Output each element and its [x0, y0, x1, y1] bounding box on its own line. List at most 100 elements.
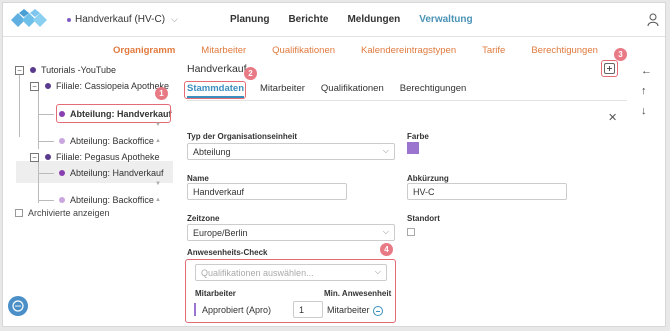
org-color-dot	[67, 17, 71, 22]
close-icon[interactable]: ✕	[608, 111, 617, 124]
tree-label: Abteilung: Backoffice	[70, 195, 154, 205]
typ-value: Abteilung	[193, 147, 231, 157]
min-count-unit: Mitarbeiter	[327, 305, 370, 315]
qualification-name: Approbiert (Apro)	[202, 305, 272, 315]
nav-verwaltung[interactable]: Verwaltung	[419, 14, 472, 25]
name-value: Handverkauf	[193, 187, 245, 197]
tree-item-pegasus-backoffice[interactable]: Abteilung: Backoffice	[59, 193, 154, 207]
subnav-berechtigungen[interactable]: Berechtigungen	[531, 45, 598, 56]
tree-label: Tutorials -YouTube	[41, 65, 117, 75]
org-tree: − Tutorials -YouTube − Filiale: Cassiope…	[3, 61, 175, 321]
nav-planung[interactable]: Planung	[230, 14, 269, 25]
node-dot-icon	[59, 170, 65, 176]
step-badge-2: 2	[244, 67, 257, 80]
top-navigation: Handverkauf (HV-C) ⌵ Planung Berichte Me…	[3, 3, 665, 37]
farbe-label: Farbe	[407, 132, 429, 141]
qualifikation-placeholder: Qualifikationen auswählen...	[201, 268, 314, 278]
highlight-tree-item	[56, 104, 171, 123]
anwesenheit-label: Anwesenheits-Check	[187, 248, 268, 257]
chevron-up-icon[interactable]: ▲	[155, 197, 161, 203]
typ-select[interactable]: Abteilung ⌵	[187, 143, 395, 160]
abk-label: Abkürzung	[407, 174, 449, 183]
tree-item-pegasus-handverkauf[interactable]: Abteilung: Handverkauf	[59, 166, 164, 180]
tab-qualifikationen[interactable]: Qualifikationen	[321, 83, 384, 98]
archive-checkbox[interactable]	[15, 209, 23, 217]
typ-label: Typ der Organisationseinheit	[187, 132, 298, 141]
min-count-value: 1	[299, 305, 305, 315]
subnav-tarife[interactable]: Tarife	[482, 45, 505, 56]
chat-button[interactable]	[8, 296, 28, 316]
tree-item-filiale-cassiopeia[interactable]: − Filiale: Cassiopeia Apotheke	[30, 79, 169, 93]
subnav-kalendereintragstypen[interactable]: Kalendereintragstypen	[361, 45, 456, 56]
abk-input[interactable]: HV-C	[407, 183, 567, 200]
chevron-up-icon[interactable]: ▲	[155, 138, 161, 144]
collapse-icon[interactable]: −	[15, 65, 24, 75]
arrow-left-icon[interactable]: ←	[641, 65, 652, 77]
chat-icon	[12, 300, 24, 312]
standort-checkbox[interactable]	[407, 228, 415, 236]
tree-line	[19, 75, 20, 137]
highlight-stammdaten-tab	[184, 81, 246, 99]
subnav-organigramm[interactable]: Organigramm	[113, 45, 175, 56]
node-dot-icon	[59, 197, 65, 203]
tree-label: Abteilung: Handverkauf	[70, 168, 164, 178]
tree-label: Abteilung: Backoffice	[70, 136, 154, 146]
node-dot-icon	[45, 83, 51, 89]
name-label: Name	[187, 174, 209, 183]
name-input[interactable]: Handverkauf	[187, 183, 347, 200]
tree-line	[38, 114, 54, 115]
mitarbeiter-column: Mitarbeiter	[195, 289, 236, 298]
app-window: Handverkauf (HV-C) ⌵ Planung Berichte Me…	[2, 2, 666, 327]
tree-item-root[interactable]: − Tutorials -YouTube	[15, 63, 116, 77]
tree-line	[38, 141, 54, 142]
remove-icon[interactable]	[373, 306, 383, 316]
arrow-up-icon[interactable]: ↑	[641, 85, 647, 97]
min-anwesenheit-column: Min. Anwesenheit	[324, 289, 392, 298]
tree-item-abteilung-backoffice[interactable]: Abteilung: Backoffice	[59, 134, 154, 148]
user-icon[interactable]	[647, 13, 659, 27]
nav-berichte[interactable]: Berichte	[288, 14, 328, 25]
collapse-icon[interactable]: −	[30, 81, 39, 91]
chevron-down-icon[interactable]: ▼	[155, 181, 161, 187]
app-logo[interactable]	[11, 9, 55, 31]
archive-toggle[interactable]: Archivierte anzeigen	[15, 208, 110, 218]
org-selector[interactable]: Handverkauf (HV-C) ⌵	[67, 14, 178, 25]
org-name: Handverkauf (HV-C)	[75, 14, 166, 25]
tree-line	[38, 89, 39, 149]
chevron-down-icon: ⌵	[171, 14, 178, 24]
subnav-mitarbeiter[interactable]: Mitarbeiter	[201, 45, 246, 56]
sub-navigation: Organigramm Mitarbeiter Qualifikationen …	[113, 45, 598, 56]
highlight-expand	[601, 60, 618, 77]
archive-label: Archivierte anzeigen	[28, 208, 110, 218]
chevron-down-icon: ⌵	[382, 146, 389, 155]
chevron-down-icon[interactable]: ▼	[155, 122, 161, 128]
nav-meldungen[interactable]: Meldungen	[347, 14, 400, 25]
color-swatch[interactable]	[407, 142, 419, 154]
panel-title: Handverkauf	[187, 63, 247, 75]
tree-line	[38, 173, 54, 174]
tree-item-filiale-pegasus[interactable]: − Filiale: Pegasus Apotheke	[30, 150, 160, 164]
standort-label: Standort	[407, 214, 440, 223]
collapse-icon[interactable]: −	[30, 152, 39, 162]
tab-mitarbeiter[interactable]: Mitarbeiter	[260, 83, 305, 98]
step-badge-1: 1	[155, 87, 168, 100]
min-count-input[interactable]: 1	[293, 301, 323, 318]
subnav-qualifikationen[interactable]: Qualifikationen	[272, 45, 335, 56]
zeitzone-select[interactable]: Europe/Berlin ⌵	[187, 224, 395, 241]
chevron-down-icon: ⌵	[374, 267, 381, 276]
main-navigation: Planung Berichte Meldungen Verwaltung	[230, 14, 492, 25]
tab-berechtigungen[interactable]: Berechtigungen	[400, 83, 467, 98]
qualifikation-select[interactable]: Qualifikationen auswählen... ⌵	[195, 264, 387, 281]
tree-label: Filiale: Cassiopeia Apotheke	[56, 81, 170, 91]
node-dot-icon	[30, 67, 36, 73]
step-badge-4: 4	[380, 243, 393, 256]
zeitzone-value: Europe/Berlin	[193, 228, 248, 238]
node-dot-icon	[45, 154, 51, 160]
tree-line	[38, 159, 39, 203]
arrow-down-icon[interactable]: ↓	[641, 105, 647, 117]
tree-label: Filiale: Pegasus Apotheke	[56, 152, 160, 162]
zeitzone-label: Zeitzone	[187, 214, 220, 223]
step-badge-3: 3	[614, 48, 627, 61]
qualification-color-bar	[194, 303, 196, 316]
tabs-divider	[187, 100, 627, 101]
